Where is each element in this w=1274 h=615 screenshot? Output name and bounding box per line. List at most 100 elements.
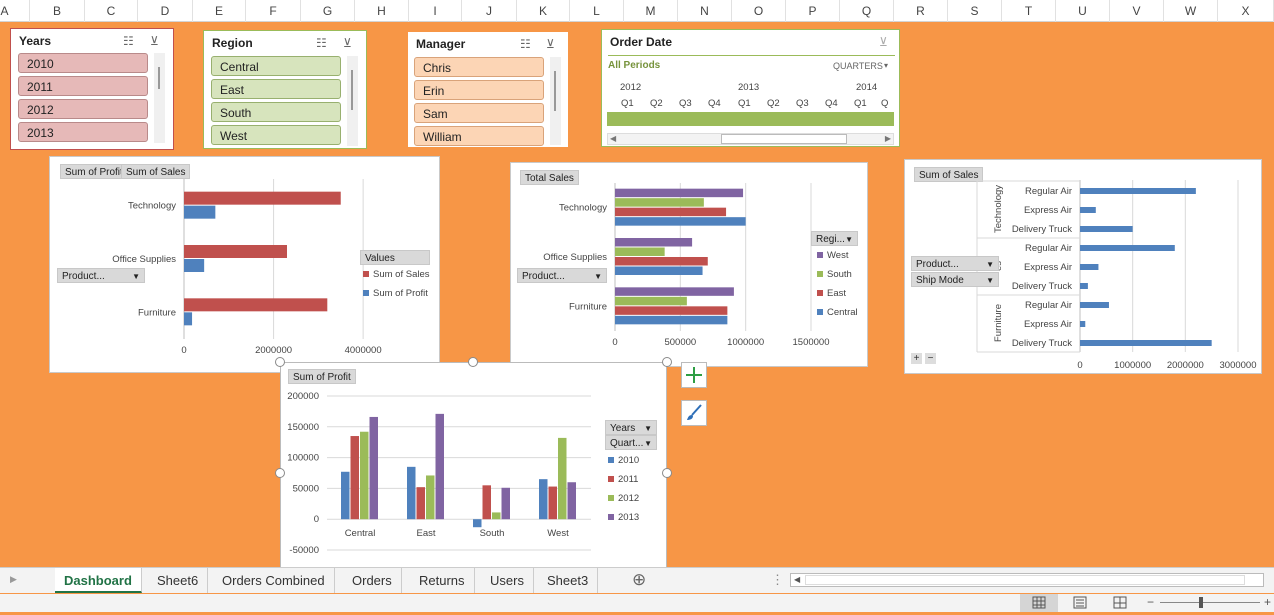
tab-returns[interactable]: Returns — [410, 568, 475, 593]
column-header[interactable]: G — [301, 0, 355, 22]
collapse-button[interactable]: − — [925, 353, 936, 364]
legend-field-quarters[interactable]: Quart... ▼ — [605, 435, 657, 450]
zoom-in-button[interactable]: + — [1264, 595, 1271, 609]
column-header[interactable]: M — [624, 0, 678, 22]
timeline-scrollbar[interactable]: ◀ ▶ — [607, 133, 894, 145]
page-layout-view-button[interactable] — [1068, 594, 1092, 612]
column-header[interactable]: T — [1002, 0, 1056, 22]
timeline-quarter[interactable]: Q — [881, 98, 888, 109]
column-header[interactable]: K — [517, 0, 570, 22]
column-header[interactable]: S — [948, 0, 1002, 22]
zoom-slider-thumb[interactable] — [1199, 597, 1203, 608]
order-date-timeline[interactable]: Order Date ⊻ All Periods QUARTERS ▾ 2012… — [601, 29, 900, 147]
slicer-item-erin[interactable]: Erin — [414, 80, 544, 100]
time-level-dropdown[interactable]: QUARTERS — [833, 61, 883, 71]
time-level-chevron-icon[interactable]: ▾ — [884, 61, 888, 70]
zoom-out-button[interactable]: − — [1147, 595, 1154, 609]
axis-field-ship-mode[interactable]: Ship Mode ▼ — [911, 272, 999, 287]
column-header[interactable]: Q — [840, 0, 894, 22]
column-header[interactable]: D — [138, 0, 193, 22]
multi-select-icon[interactable]: ☷ — [123, 34, 134, 48]
multi-select-icon[interactable]: ☷ — [520, 37, 531, 51]
slicer-item-2012[interactable]: 2012 — [18, 99, 148, 119]
timeline-quarter[interactable]: Q1 — [854, 98, 867, 109]
slicer-item-2013[interactable]: 2013 — [18, 122, 148, 142]
resize-handle[interactable] — [275, 357, 285, 367]
timeline-quarter[interactable]: Q1 — [621, 98, 634, 109]
timeline-quarter[interactable]: Q3 — [679, 98, 692, 109]
scroll-thumb[interactable] — [721, 134, 847, 144]
column-header[interactable]: B — [30, 0, 85, 22]
column-header[interactable]: F — [246, 0, 301, 22]
expand-button[interactable]: + — [911, 353, 922, 364]
legend-field-region[interactable]: Regi... ▼ — [811, 231, 858, 246]
column-header[interactable]: I — [409, 0, 462, 22]
timeline-selection-bar[interactable] — [607, 112, 894, 126]
column-header[interactable]: L — [570, 0, 624, 22]
column-header[interactable]: C — [85, 0, 138, 22]
resize-handle[interactable] — [275, 468, 285, 478]
add-sheet-button[interactable]: ⊕ — [632, 570, 646, 590]
zoom-slider[interactable] — [1160, 602, 1260, 603]
clear-filter-icon[interactable]: ⊻ — [879, 35, 888, 49]
slicer-item-sam[interactable]: Sam — [414, 103, 544, 123]
tab-sheet3[interactable]: Sheet3 — [538, 568, 599, 593]
column-header[interactable]: J — [462, 0, 517, 22]
axis-field-product[interactable]: Product... ▼ — [911, 256, 999, 271]
slicer-item-2011[interactable]: 2011 — [18, 76, 148, 96]
timeline-quarter[interactable]: Q4 — [825, 98, 838, 109]
legend-field-years[interactable]: Years ▼ — [605, 420, 657, 435]
clear-filter-icon[interactable]: ⊻ — [343, 36, 352, 50]
timeline-quarter[interactable]: Q4 — [708, 98, 721, 109]
slicer-item-2010[interactable]: 2010 — [18, 53, 148, 73]
scroll-right-icon[interactable]: ▶ — [885, 134, 891, 143]
slicer-scrollbar[interactable] — [154, 53, 165, 143]
manager-slicer[interactable]: Manager ☷ ⊻ Chris Erin Sam William — [407, 31, 569, 148]
clear-filter-icon[interactable]: ⊻ — [546, 37, 555, 51]
profit-sales-chart[interactable]: Sum of Profit Sum of Sales Product... ▼ 0… — [49, 156, 440, 373]
slicer-item-central[interactable]: Central — [211, 56, 341, 76]
legend-title-values[interactable]: Values — [360, 250, 430, 265]
multi-select-icon[interactable]: ☷ — [316, 36, 327, 50]
slicer-item-west[interactable]: West — [211, 125, 341, 145]
column-header[interactable]: X — [1218, 0, 1274, 22]
normal-view-button[interactable] — [1020, 594, 1058, 612]
tab-options-icon[interactable]: ⋮ — [771, 572, 784, 588]
slicer-scrollbar[interactable] — [550, 57, 561, 145]
tab-users[interactable]: Users — [481, 568, 534, 593]
column-header[interactable]: N — [678, 0, 732, 22]
horizontal-scrollbar[interactable]: ◀ — [790, 573, 1264, 587]
column-header[interactable]: R — [894, 0, 948, 22]
tab-orders[interactable]: Orders — [343, 568, 402, 593]
column-header[interactable]: V — [1110, 0, 1164, 22]
slicer-item-chris[interactable]: Chris — [414, 57, 544, 77]
region-slicer[interactable]: Region ☷ ⊻ Central East South West — [203, 30, 367, 149]
ship-mode-sales-chart[interactable]: Sum of Sales 0 1000000 2000000 3000000 Regul… — [904, 159, 1262, 374]
chart-styles-button[interactable] — [681, 400, 707, 426]
timeline-quarter[interactable]: Q2 — [767, 98, 780, 109]
total-sales-region-chart[interactable]: Total Sales Product... ▼ 0 500000 1000000 15… — [510, 162, 868, 367]
tab-scroll-left-icon[interactable]: ▶ — [10, 574, 17, 585]
tab-orders-combined[interactable]: Orders Combined — [213, 568, 335, 593]
tab-dashboard[interactable]: Dashboard — [55, 568, 142, 593]
column-header[interactable]: U — [1056, 0, 1110, 22]
years-slicer[interactable]: Years ☷ ⊻ 2010 2011 2012 2013 — [10, 28, 174, 150]
slicer-item-south[interactable]: South — [211, 102, 341, 122]
resize-handle[interactable] — [662, 468, 672, 478]
timeline-quarter[interactable]: Q1 — [738, 98, 751, 109]
clear-filter-icon[interactable]: ⊻ — [150, 34, 159, 48]
slicer-item-east[interactable]: East — [211, 79, 341, 99]
resize-handle[interactable] — [662, 357, 672, 367]
column-header[interactable]: W — [1164, 0, 1218, 22]
slicer-scrollbar[interactable] — [347, 56, 358, 146]
chart-elements-button[interactable] — [681, 362, 707, 388]
slicer-item-william[interactable]: William — [414, 126, 544, 146]
column-header[interactable]: P — [786, 0, 840, 22]
resize-handle[interactable] — [468, 357, 478, 367]
scroll-left-icon[interactable]: ◀ — [610, 134, 616, 143]
column-header[interactable]: O — [732, 0, 786, 22]
column-header[interactable]: H — [355, 0, 409, 22]
scroll-left-icon[interactable]: ◀ — [794, 575, 800, 584]
profit-region-year-chart[interactable]: Sum of Profit 200000 150000 100000 50000 0 -5… — [280, 362, 667, 572]
scroll-thumb[interactable] — [805, 575, 1245, 585]
